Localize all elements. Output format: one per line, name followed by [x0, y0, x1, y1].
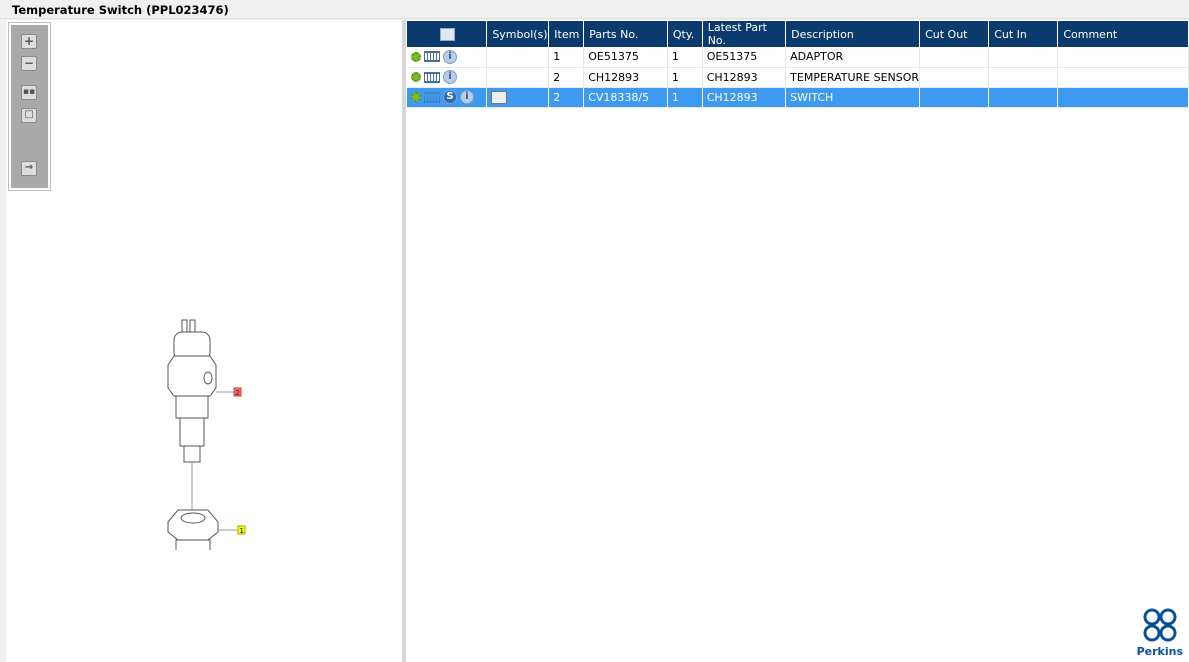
parts-no-cell: CV18338/5	[583, 87, 668, 108]
comment-cell	[1057, 87, 1189, 108]
qty-cell: 1	[667, 47, 703, 68]
parts-table: Symbol(s) Item Parts No. Qty. Latest Par…	[407, 21, 1189, 108]
symbols-cell	[486, 67, 550, 88]
column-parts-no[interactable]: Parts No.	[583, 21, 668, 47]
item-cell: 2	[548, 67, 585, 88]
cart-icon[interactable]	[424, 51, 440, 63]
parts-no-cell: CH12893	[583, 67, 668, 88]
column-qty[interactable]: Qty.	[667, 21, 703, 47]
info-icon[interactable]: i	[460, 90, 474, 104]
brand-name: Perkins	[1136, 645, 1183, 658]
book-icon[interactable]	[491, 90, 508, 104]
item-cell: 2	[548, 87, 585, 108]
callout-2: 2	[236, 389, 240, 397]
window-title: Temperature Switch (PPL023476)	[0, 0, 1189, 19]
info-icon[interactable]: i	[443, 70, 457, 84]
symbols-cell	[486, 47, 550, 68]
cart-icon[interactable]	[424, 91, 440, 103]
cut-out-cell	[919, 87, 990, 108]
comment-cell	[1057, 67, 1189, 88]
callout-1: 1	[240, 527, 244, 535]
column-comment[interactable]: Comment	[1057, 21, 1189, 47]
cart-icon[interactable]	[424, 71, 440, 83]
cut-out-cell	[919, 67, 990, 88]
search-list-icon[interactable]	[440, 27, 456, 41]
fit-window-icon[interactable]: □	[21, 108, 37, 123]
qty-cell: 1	[667, 67, 703, 88]
table-row[interactable]: i 1 OE51375 1 OE51375 ADAPTOR	[407, 47, 1189, 68]
cut-in-cell	[988, 47, 1059, 68]
zoom-in-icon[interactable]: +	[21, 34, 37, 49]
parts-list-panel: Symbol(s) Item Parts No. Qty. Latest Par…	[406, 20, 1189, 662]
description-cell: ADAPTOR	[785, 47, 921, 68]
column-description[interactable]: Description	[785, 21, 921, 47]
fit-all-icon[interactable]: ▪▪	[21, 85, 37, 100]
cut-in-cell	[988, 67, 1059, 88]
zoom-out-icon[interactable]: −	[21, 56, 37, 71]
latest-part-cell: CH12893	[702, 87, 787, 108]
supersession-icon[interactable]: S	[443, 90, 457, 104]
drawing-panel[interactable]: + − ▪▪ □ → 2 1	[6, 20, 402, 662]
column-search[interactable]	[407, 21, 488, 47]
column-cut-in[interactable]: Cut In	[988, 21, 1059, 47]
comment-cell	[1057, 47, 1189, 68]
gear-icon[interactable]	[411, 51, 421, 62]
cut-out-cell	[919, 47, 990, 68]
latest-part-cell: OE51375	[702, 47, 787, 68]
description-cell: SWITCH	[785, 87, 921, 108]
latest-part-cell: CH12893	[702, 67, 787, 88]
column-cut-out[interactable]: Cut Out	[919, 21, 990, 47]
gear-icon[interactable]	[411, 72, 421, 82]
info-icon[interactable]: i	[443, 49, 457, 64]
parts-no-cell: OE51375	[583, 47, 668, 68]
cut-in-cell	[988, 87, 1059, 108]
column-symbols[interactable]: Symbol(s)	[486, 21, 550, 47]
parts-drawing: 2 1	[167, 319, 246, 550]
drawing-toolbar: + − ▪▪ □ →	[8, 22, 51, 191]
column-item[interactable]: Item	[548, 21, 585, 47]
export-icon[interactable]: →	[21, 161, 37, 176]
gear-icon[interactable]	[411, 92, 421, 102]
perkins-logo: Perkins	[1137, 608, 1183, 658]
table-row[interactable]: i 2 CH12893 1 CH12893 TEMPERATURE SENSOR	[407, 67, 1189, 88]
qty-cell: 1	[667, 87, 703, 108]
item-cell: 1	[548, 47, 585, 68]
column-latest-part-no[interactable]: Latest Part No.	[702, 21, 787, 47]
table-row-selected[interactable]: Si 2 CV18338/5 1 CH12893 SWITCH	[407, 87, 1189, 108]
description-cell: TEMPERATURE SENSOR	[785, 67, 921, 88]
table-header: Symbol(s) Item Parts No. Qty. Latest Par…	[407, 21, 1189, 47]
